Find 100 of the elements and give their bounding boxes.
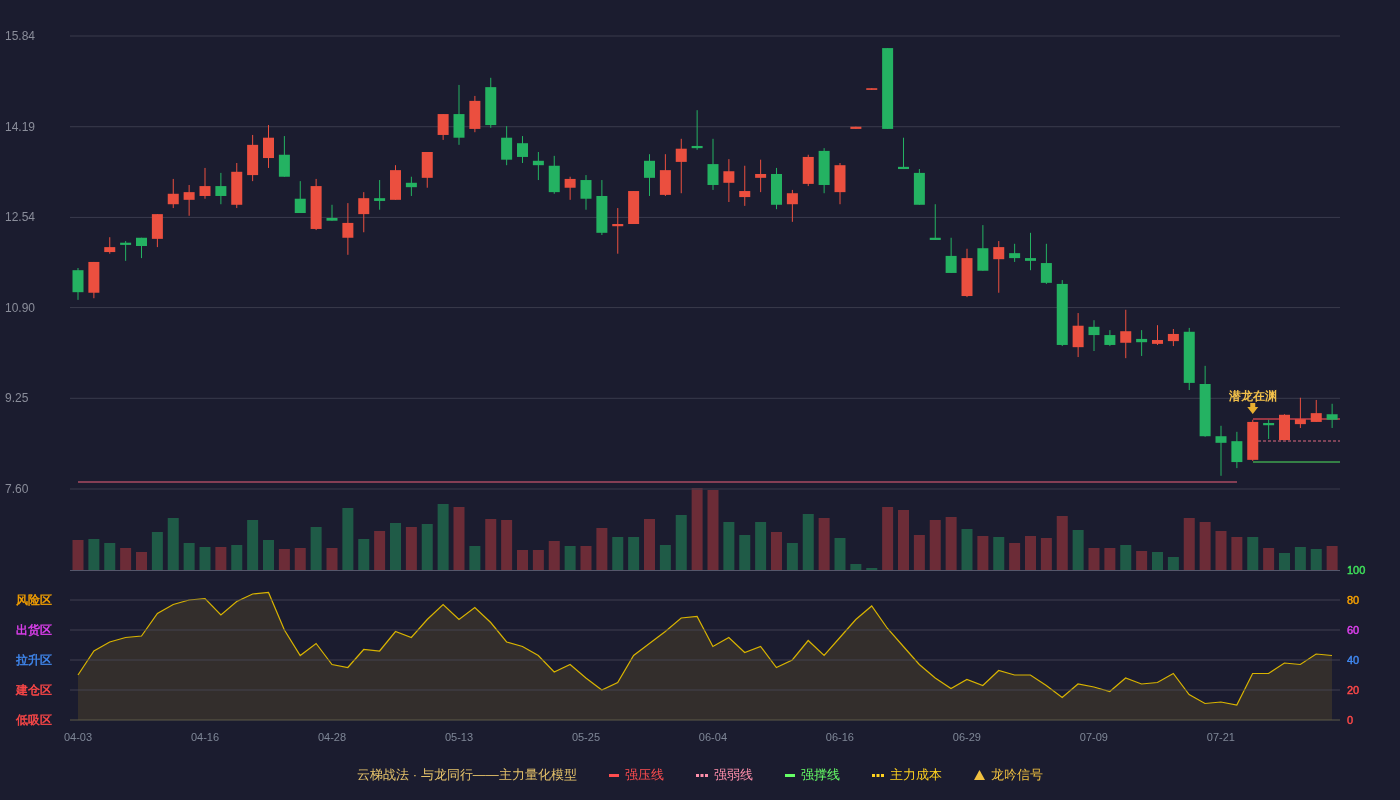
volume-bar (501, 520, 513, 570)
date-label: 04-16 (190, 731, 220, 743)
candle (199, 167, 211, 200)
volume-bar (136, 552, 147, 570)
zone-label: 低吸区 (16, 713, 52, 727)
volume-bar (310, 527, 322, 570)
candle (532, 151, 544, 181)
candle (707, 138, 719, 191)
volume-bar (263, 540, 274, 570)
volume-bar (247, 520, 259, 570)
date-label: 05-25 (571, 731, 600, 743)
candle (675, 138, 687, 194)
volume-bar (485, 519, 497, 570)
candle (628, 190, 640, 225)
volume-bar (596, 528, 608, 570)
volume-bar (517, 550, 528, 570)
candle (1072, 312, 1084, 358)
candle (802, 154, 814, 187)
candle (437, 113, 449, 141)
volume-bar (183, 543, 195, 570)
candle (1183, 327, 1195, 391)
candle (104, 236, 116, 255)
date-label: 06-16 (825, 731, 854, 743)
candle (453, 84, 465, 146)
signal-label: 潜龙在渊 (1228, 389, 1277, 403)
volume-bar (1056, 516, 1068, 570)
volume-bar (993, 537, 1005, 570)
date-label: 04-03 (63, 731, 93, 743)
date-label: 07-09 (1079, 731, 1108, 743)
volume-bar (1231, 537, 1243, 570)
candle (1120, 309, 1132, 359)
candle (913, 168, 925, 206)
candle (88, 261, 100, 299)
zone-label: 风险区 (16, 593, 52, 607)
volume-bar (882, 507, 894, 570)
axis-tick-label: 60 (1347, 624, 1360, 636)
candle (326, 204, 338, 222)
candle (1104, 329, 1116, 347)
price-axis-label: 14.19 (5, 119, 36, 134)
axis-tick-label: 100 (1347, 564, 1366, 576)
candle (1326, 403, 1338, 429)
candle (136, 237, 147, 259)
candle (945, 237, 957, 274)
volume-bar (421, 524, 433, 570)
candle (374, 179, 386, 211)
volume-bar (104, 543, 116, 570)
candle (929, 203, 941, 241)
candle (294, 180, 306, 214)
candle (1231, 431, 1243, 469)
volume-bar (278, 549, 290, 570)
candle (1025, 232, 1036, 271)
volume-bar (675, 515, 687, 570)
volume-bar (453, 507, 465, 570)
volume-bar (1136, 551, 1148, 570)
volume-bar (215, 547, 227, 570)
candle (405, 176, 417, 197)
price-axis-label: 10.90 (5, 300, 36, 315)
volume-bar (1025, 536, 1036, 570)
volume-bar (405, 527, 417, 570)
price-axis-label: 12.54 (5, 210, 36, 225)
candle (564, 176, 576, 201)
price-axis-label: 9.25 (5, 391, 29, 406)
volume-bar (1199, 522, 1211, 570)
volume-bar (548, 541, 560, 570)
candle (691, 109, 703, 151)
candle (215, 172, 227, 205)
date-label: 04-28 (317, 731, 347, 743)
volume-bar (72, 540, 84, 570)
date-label: 07-21 (1206, 731, 1235, 743)
volume-bar (342, 508, 354, 570)
volume-bar (1152, 552, 1163, 570)
candle (247, 134, 259, 182)
legend-label: 强弱线 (713, 766, 753, 785)
volume-bar (786, 543, 798, 570)
volume-bar (1120, 545, 1132, 570)
volume-bar (580, 546, 592, 570)
axis-tick-label: 80 (1347, 594, 1360, 606)
candle (850, 126, 862, 130)
date-label: 06-29 (952, 731, 981, 743)
zone-label: 拉升区 (16, 653, 52, 667)
candle (1310, 399, 1322, 423)
candle (421, 151, 433, 189)
legend-label: 强撑线 (800, 766, 840, 785)
volume-bar (120, 548, 132, 570)
volume-bar (1009, 543, 1021, 570)
legend-label: 主力成本 (889, 766, 942, 785)
volume-bar (167, 518, 179, 570)
candle (1088, 319, 1100, 352)
candle (1167, 328, 1179, 347)
candle (231, 162, 243, 209)
candle (961, 248, 973, 298)
volume-bar (723, 522, 735, 570)
candle (1136, 329, 1148, 357)
volume-bar (1279, 553, 1290, 570)
volume-bar (961, 529, 973, 570)
volume-bar (612, 537, 624, 570)
zone-label: 出货区 (16, 623, 52, 637)
volume-bar (1247, 537, 1259, 570)
candle (1009, 243, 1021, 263)
axis-tick-label: 20 (1347, 684, 1360, 696)
